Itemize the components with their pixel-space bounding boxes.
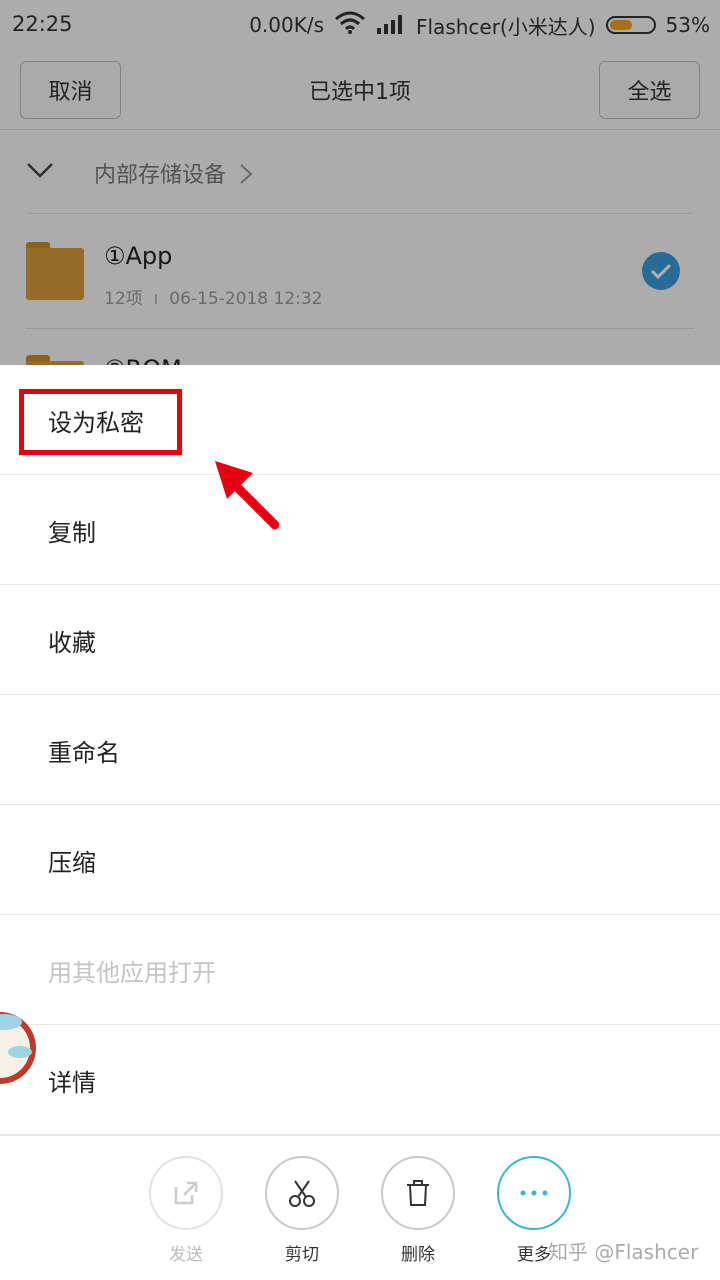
red-arrow-icon (215, 461, 280, 530)
menu-item-copy[interactable]: 复制 (0, 475, 720, 585)
mascot-sticker-icon (0, 1012, 36, 1084)
menu-item-label: 复制 (48, 519, 96, 547)
delete-label: 删除 (401, 1245, 435, 1265)
menu-item-label: 详情 (48, 1069, 96, 1097)
dim-overlay[interactable] (0, 0, 720, 365)
send-button: 发送 (141, 1156, 231, 1265)
trash-icon (381, 1156, 455, 1230)
share-icon (149, 1156, 223, 1230)
more-dots-icon (497, 1156, 571, 1230)
menu-item-label: 用其他应用打开 (48, 959, 216, 987)
cut-button[interactable]: 剪切 (257, 1156, 347, 1265)
menu-item-label: 重命名 (48, 739, 120, 767)
menu-item-details[interactable]: 详情 (0, 1025, 720, 1135)
menu-item-label: 收藏 (48, 629, 96, 657)
menu-item-label: 压缩 (48, 849, 96, 877)
file-list-screen: 22:25 0.00K/s Flashcer(小米达人) 53% 取消 已选中1… (0, 0, 720, 413)
menu-item-compress[interactable]: 压缩 (0, 805, 720, 915)
scissors-icon (265, 1156, 339, 1230)
watermark: 知乎 @Flashcer (548, 1240, 699, 1264)
send-label: 发送 (169, 1245, 203, 1265)
cut-label: 剪切 (285, 1245, 319, 1265)
menu-item-open-with: 用其他应用打开 (0, 915, 720, 1025)
menu-item-rename[interactable]: 重命名 (0, 695, 720, 805)
delete-button[interactable]: 删除 (373, 1156, 463, 1265)
highlight-box (19, 389, 182, 455)
menu-item-favorite[interactable]: 收藏 (0, 585, 720, 695)
